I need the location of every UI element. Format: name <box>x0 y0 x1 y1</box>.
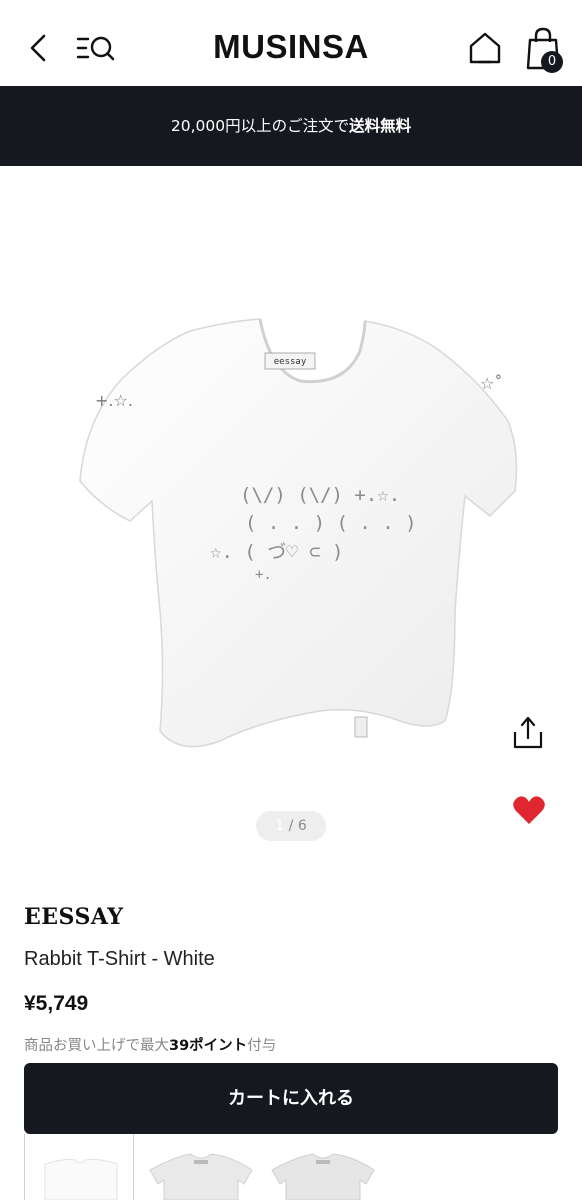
home-icon[interactable] <box>465 28 505 68</box>
related-product-thumb[interactable] <box>24 1134 134 1200</box>
promo-text: 20,000円以上のご注文で <box>170 117 350 135</box>
shipping-promo-banner: 20,000円以上のご注文で送料無料 <box>0 86 582 166</box>
svg-text:+.☆.: +.☆. <box>95 391 133 410</box>
svg-text:☆. ( づ♡ ⊂ ): ☆. ( づ♡ ⊂ ) <box>210 541 343 563</box>
product-image-gallery[interactable]: eessay +.☆. ☆˚ (\/) (\/) +.☆. ( . . ) ( … <box>0 166 582 856</box>
image-page-indicator: 1 / 6 <box>256 811 326 841</box>
points-suffix: 付与 <box>247 1038 277 1054</box>
points-info: 商品お買い上げで最大39ポイント付与 <box>24 1034 276 1055</box>
heart-icon[interactable] <box>512 794 546 826</box>
points-prefix: 商品お買い上げで最大 <box>24 1038 169 1054</box>
points-value: 39ポイント <box>169 1038 248 1054</box>
svg-text:(\/) (\/) +.☆.: (\/) (\/) +.☆. <box>240 484 400 506</box>
svg-text:eessay: eessay <box>274 357 307 367</box>
product-name: Rabbit T-Shirt - White <box>24 948 215 970</box>
product-price: ¥5,749 <box>24 992 89 1015</box>
top-header: MUSINSA 0 <box>0 0 582 86</box>
promo-highlight: 送料無料 <box>349 117 412 135</box>
add-to-cart-button[interactable]: カートに入れる <box>24 1063 558 1134</box>
page-total: 6 <box>297 818 307 834</box>
page-separator: / <box>288 818 294 834</box>
cart-count-badge: 0 <box>541 51 563 73</box>
related-product-thumb[interactable] <box>268 1134 378 1200</box>
related-product-thumb[interactable] <box>146 1134 256 1200</box>
brand-name[interactable]: EESSAY <box>24 904 124 930</box>
svg-text:☆˚: ☆˚ <box>480 374 502 393</box>
product-image: eessay +.☆. ☆˚ (\/) (\/) +.☆. ( . . ) ( … <box>79 318 518 748</box>
svg-text:( . . ) ( . . ): ( . . ) ( . . ) <box>245 512 417 534</box>
related-products-strip <box>0 1134 582 1200</box>
svg-text:+.: +. <box>255 567 272 583</box>
share-icon[interactable] <box>509 714 547 752</box>
page-current: 1 <box>275 818 285 834</box>
